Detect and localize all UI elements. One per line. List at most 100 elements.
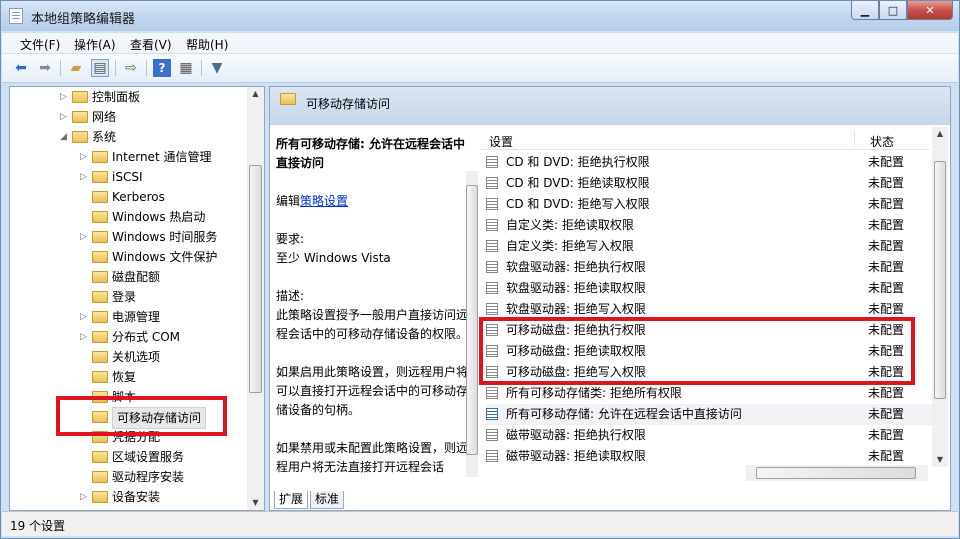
title-bar[interactable]: 本地组策略编辑器 ▁ □ ✕: [1, 1, 959, 31]
setting-row[interactable]: 自定义类: 拒绝读取权限 未配置: [486, 215, 936, 236]
tree-item-label: Internet 通信管理: [112, 150, 212, 164]
setting-row-selected[interactable]: 所有可移动存储: 允许在远程会话中直接访问 未配置: [486, 404, 936, 425]
tree-item-iscsi[interactable]: ▷ iSCSI: [80, 167, 143, 187]
expand-arrow-icon[interactable]: ▷: [80, 167, 92, 187]
tree-item-label: 设备安装: [112, 490, 161, 504]
details-pane: 可移动存储访问 所有可移动存储: 允许在远程会话中直接访问 编辑策略设置 要求:…: [269, 86, 951, 511]
requirements: 要求: 至少 Windows Vista: [276, 230, 476, 268]
tree-item-kerberos[interactable]: Kerberos: [80, 187, 165, 207]
minimize-button[interactable]: ▁: [851, 1, 879, 20]
tree-item-logon[interactable]: 登录: [80, 287, 136, 307]
folder-icon: [92, 371, 108, 383]
setting-row[interactable]: CD 和 DVD: 拒绝写入权限 未配置: [486, 194, 936, 215]
list-scroll-thumb[interactable]: [934, 161, 946, 399]
description-scroll-thumb[interactable]: [466, 185, 478, 455]
tab-extended[interactable]: 扩展: [274, 491, 309, 509]
setting-name: 自定义类: 拒绝读取权限: [506, 218, 634, 232]
menu-action[interactable]: 操作(A): [74, 36, 116, 53]
setting-state: 未配置: [868, 218, 905, 232]
tree-item-distributed-com[interactable]: ▷ 分布式 COM: [80, 327, 180, 347]
tree-item-control-panel[interactable]: ▷ 控制面板: [60, 87, 140, 107]
tree-vertical-scrollbar[interactable]: ▲ ▼: [247, 87, 264, 510]
scroll-up-arrow-icon[interactable]: ▲: [247, 87, 264, 101]
setting-row[interactable]: 软盘驱动器: 拒绝执行权限 未配置: [486, 257, 936, 278]
tree-item-label: 关机选项: [112, 350, 161, 364]
description-title: 所有可移动存储: 允许在远程会话中直接访问: [276, 137, 465, 170]
menu-file[interactable]: 文件(F): [20, 36, 60, 53]
navigation-tree[interactable]: ▷ 控制面板 ▷ 网络 ◢ 系统 ▷ Internet 通信管理 ▷ iSCSI Kerb…: [9, 86, 265, 511]
tree-item-device-installation[interactable]: ▷ 设备安装: [80, 487, 160, 507]
export-list-icon[interactable]: ⇨: [122, 59, 140, 77]
setting-state: 未配置: [868, 155, 905, 169]
setting-row[interactable]: CD 和 DVD: 拒绝读取权限 未配置: [486, 173, 936, 194]
toolbar-separator: [60, 60, 61, 76]
tree-item-driver-installation[interactable]: 驱动程序安装: [80, 467, 184, 487]
policy-settings-link[interactable]: 策略设置: [300, 194, 348, 208]
tree-item-locale-services[interactable]: 区域设置服务: [80, 447, 184, 467]
policy-setting-icon: [486, 240, 498, 252]
folder-icon: [92, 191, 108, 203]
expand-arrow-icon[interactable]: ▷: [80, 327, 92, 347]
filter-icon[interactable]: ▼: [208, 59, 226, 77]
tree-scroll-thumb[interactable]: [249, 165, 262, 393]
show-hide-tree-icon[interactable]: ▤: [91, 59, 109, 77]
edit-prefix: 编辑: [276, 194, 301, 208]
menu-help[interactable]: 帮助(H): [186, 36, 228, 53]
tree-item-recovery[interactable]: 恢复: [80, 367, 136, 387]
collapse-arrow-icon[interactable]: ◢: [60, 127, 72, 147]
setting-name: 所有可移动存储类: 拒绝所有权限: [506, 386, 682, 400]
expand-arrow-icon[interactable]: ▷: [60, 107, 72, 127]
settings-list: 设置 状态 CD 和 DVD: 拒绝执行权限 未配置 CD 和 DVD: 拒绝读取…: [480, 125, 950, 475]
expand-arrow-icon[interactable]: ▷: [80, 487, 92, 507]
folder-icon: [92, 311, 108, 323]
tree-item-windows-time[interactable]: ▷ Windows 时间服务: [80, 227, 217, 247]
tree-item-disk-quota[interactable]: 磁盘配额: [80, 267, 160, 287]
tree-item-windows-hot-start[interactable]: Windows 热启动: [80, 207, 205, 227]
maximize-button[interactable]: □: [879, 1, 907, 20]
window-title: 本地组策略编辑器: [31, 12, 136, 27]
properties-icon[interactable]: ▦: [177, 59, 195, 77]
setting-row[interactable]: 软盘驱动器: 拒绝读取权限 未配置: [486, 278, 936, 299]
tree-item-shutdown-options[interactable]: 关机选项: [80, 347, 160, 367]
folder-icon: [92, 231, 108, 243]
tab-standard[interactable]: 标准: [310, 491, 345, 509]
column-divider[interactable]: [854, 131, 855, 147]
folder-icon: [92, 251, 108, 263]
scroll-down-arrow-icon[interactable]: ▼: [932, 453, 948, 467]
column-header-setting[interactable]: 设置: [489, 133, 513, 150]
list-horizontal-scrollbar[interactable]: [746, 465, 928, 481]
setting-state: 未配置: [868, 239, 905, 253]
policy-setting-icon: [486, 198, 498, 210]
tree-item-system[interactable]: ◢ 系统: [60, 127, 116, 147]
tree-item-network[interactable]: ▷ 网络: [60, 107, 116, 127]
list-horizontal-thumb[interactable]: [756, 467, 916, 479]
setting-row[interactable]: 所有可移动存储类: 拒绝所有权限 未配置: [486, 383, 936, 404]
tree-item-windows-file-protection[interactable]: Windows 文件保护: [80, 247, 217, 267]
forward-arrow-icon[interactable]: ➡: [36, 59, 54, 77]
scroll-up-arrow-icon[interactable]: ▲: [932, 127, 948, 141]
policy-setting-icon: [486, 450, 498, 462]
up-folder-icon[interactable]: ▰: [67, 59, 85, 77]
policy-setting-icon: [486, 156, 498, 168]
expand-arrow-icon[interactable]: ▷: [60, 87, 72, 107]
column-header-state[interactable]: 状态: [870, 133, 894, 150]
tree-item-power-management[interactable]: ▷ 电源管理: [80, 307, 160, 327]
menu-view[interactable]: 查看(V): [130, 36, 172, 53]
setting-row[interactable]: 自定义类: 拒绝写入权限 未配置: [486, 236, 936, 257]
expand-arrow-icon[interactable]: ▷: [80, 307, 92, 327]
expand-arrow-icon[interactable]: ▷: [80, 227, 92, 247]
expand-arrow-icon[interactable]: ▷: [80, 147, 92, 167]
setting-state: 未配置: [868, 197, 905, 211]
setting-row[interactable]: 磁带驱动器: 拒绝执行权限 未配置: [486, 425, 936, 446]
tree-item-internet[interactable]: ▷ Internet 通信管理: [80, 147, 211, 167]
back-arrow-icon[interactable]: ⬅: [12, 59, 30, 77]
policy-setting-icon: [486, 282, 498, 294]
setting-row[interactable]: CD 和 DVD: 拒绝执行权限 未配置: [486, 152, 936, 173]
scroll-down-arrow-icon[interactable]: ▼: [247, 496, 264, 510]
close-button[interactable]: ✕: [907, 1, 953, 20]
list-vertical-scrollbar[interactable]: ▲ ▼: [932, 127, 948, 467]
help-icon[interactable]: ?: [153, 59, 171, 77]
description-scrollbar[interactable]: [466, 171, 478, 477]
tree-item-label: 系统: [92, 130, 117, 144]
setting-row[interactable]: 磁带驱动器: 拒绝读取权限 未配置: [486, 446, 936, 467]
